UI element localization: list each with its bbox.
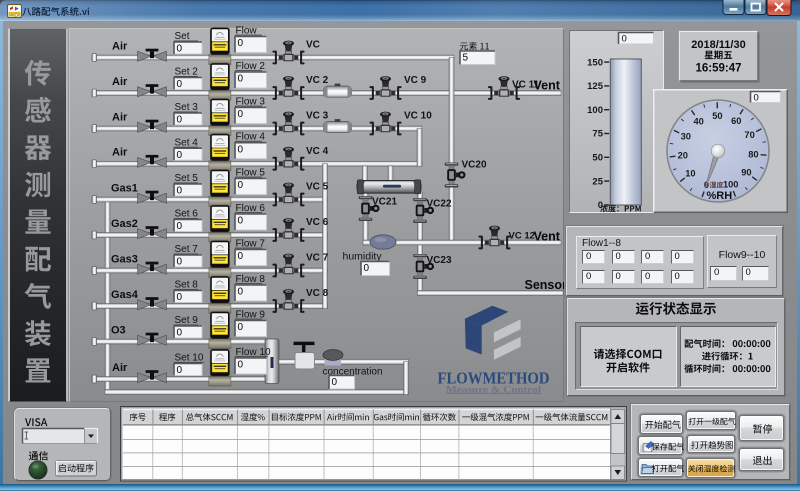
svg-text:VC20: VC20 xyxy=(462,160,487,171)
svg-text:Vent: Vent xyxy=(534,79,561,93)
svg-text:Air: Air xyxy=(112,147,128,159)
svg-text:0: 0 xyxy=(622,34,627,45)
svg-text:%RH: %RH xyxy=(707,190,733,202)
svg-text:50: 50 xyxy=(592,153,603,164)
svg-text:70: 70 xyxy=(744,130,754,140)
svg-text:5: 5 xyxy=(463,53,469,64)
svg-text:0: 0 xyxy=(177,221,183,232)
svg-text:Gas2: Gas2 xyxy=(111,218,138,230)
svg-text:20: 20 xyxy=(678,151,688,161)
svg-text:0: 0 xyxy=(238,360,244,371)
svg-text:0: 0 xyxy=(177,292,183,303)
svg-text:0: 0 xyxy=(177,365,183,376)
svg-text:100: 100 xyxy=(723,179,739,189)
svg-text:Air: Air xyxy=(112,111,128,123)
svg-text:40: 40 xyxy=(694,117,704,127)
svg-text:Vent: Vent xyxy=(534,230,561,244)
svg-text:VC 5: VC 5 xyxy=(306,182,329,193)
svg-text:150: 150 xyxy=(587,57,603,68)
svg-text:30: 30 xyxy=(681,131,691,141)
svg-text:50: 50 xyxy=(712,111,722,121)
svg-text:75: 75 xyxy=(592,129,603,140)
svg-text:16:59:47: 16:59:47 xyxy=(695,63,741,75)
svg-text:VC 4: VC 4 xyxy=(306,146,329,157)
svg-text:Gas1: Gas1 xyxy=(111,182,138,194)
svg-text:VC 2: VC 2 xyxy=(306,75,329,86)
svg-text:0: 0 xyxy=(177,150,183,161)
svg-text:VC 8: VC 8 xyxy=(306,288,329,299)
svg-text:VC22: VC22 xyxy=(427,199,452,210)
svg-text:0: 0 xyxy=(238,74,244,85)
svg-text:25: 25 xyxy=(592,176,603,187)
svg-text:Air: Air xyxy=(112,76,128,88)
svg-text:0: 0 xyxy=(238,144,244,155)
svg-text:2018/11/30: 2018/11/30 xyxy=(691,39,745,51)
svg-text:0: 0 xyxy=(238,216,244,227)
svg-text:Sensor: Sensor xyxy=(525,278,565,292)
svg-text:VC 6: VC 6 xyxy=(306,217,329,228)
svg-text:0: 0 xyxy=(177,328,183,339)
svg-text:VC 12: VC 12 xyxy=(509,231,535,242)
svg-text:VC: VC xyxy=(306,40,320,51)
svg-text:0: 0 xyxy=(238,322,244,333)
svg-text:0: 0 xyxy=(238,109,244,120)
svg-text:VC 10: VC 10 xyxy=(404,111,432,122)
svg-text:Gas4: Gas4 xyxy=(111,289,139,301)
svg-text:0: 0 xyxy=(238,180,244,191)
svg-text:80: 80 xyxy=(748,149,758,159)
svg-text:VC 3: VC 3 xyxy=(306,111,329,122)
svg-text:90: 90 xyxy=(741,168,751,178)
svg-text:VC23: VC23 xyxy=(427,255,452,266)
svg-text:0: 0 xyxy=(177,186,183,197)
svg-text:10: 10 xyxy=(685,169,695,179)
svg-text:0: 0 xyxy=(177,115,183,126)
svg-text:0: 0 xyxy=(754,92,759,103)
svg-text:VC 7: VC 7 xyxy=(306,253,329,264)
svg-text:100: 100 xyxy=(587,105,603,116)
svg-text:125: 125 xyxy=(587,81,604,92)
svg-text:VC21: VC21 xyxy=(372,197,397,208)
svg-text:Air: Air xyxy=(112,40,128,52)
svg-text:Gas3: Gas3 xyxy=(111,253,138,265)
svg-text:0: 0 xyxy=(177,257,183,268)
svg-text:0: 0 xyxy=(332,377,338,388)
svg-text:0: 0 xyxy=(177,44,183,55)
svg-text:0: 0 xyxy=(238,287,244,298)
svg-text:Air: Air xyxy=(112,362,128,374)
svg-text:VC 9: VC 9 xyxy=(404,75,427,86)
svg-text:0: 0 xyxy=(177,79,183,90)
svg-text:0: 0 xyxy=(238,38,244,49)
svg-text:0: 0 xyxy=(238,251,244,262)
svg-text:O3: O3 xyxy=(111,324,126,336)
svg-text:60: 60 xyxy=(731,116,741,126)
svg-text:0: 0 xyxy=(364,263,370,274)
